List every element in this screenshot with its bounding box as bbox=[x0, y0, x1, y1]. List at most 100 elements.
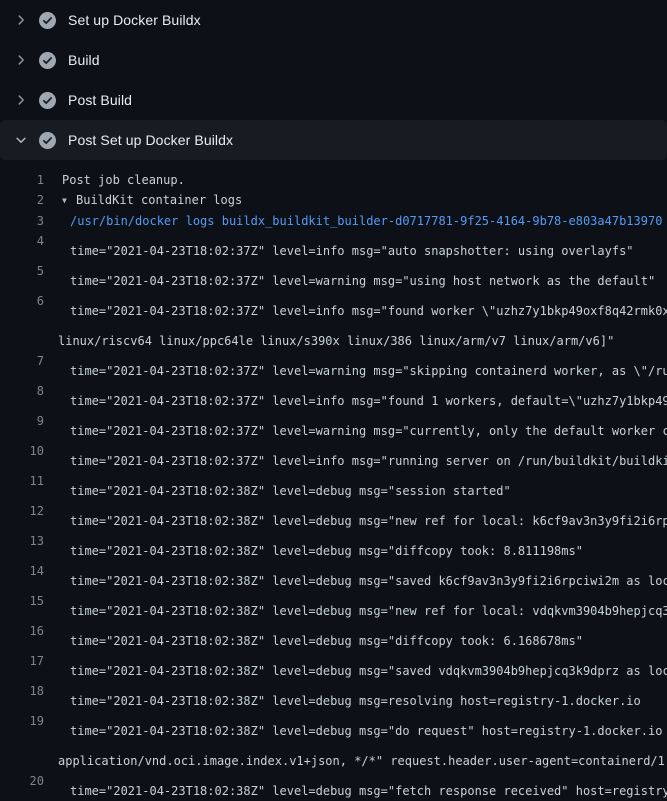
log-line-content: time="2021-04-23T18:02:38Z" level=debug … bbox=[44, 681, 667, 711]
steps-list: Set up Docker Buildx Build Post Buil bbox=[0, 0, 667, 160]
log-text: time="2021-04-23T18:02:37Z" level=info m… bbox=[44, 291, 667, 321]
log-line: 9 time="2021-04-23T18:02:37Z" level=warn… bbox=[0, 411, 667, 441]
step-row[interactable]: Set up Docker Buildx bbox=[0, 0, 667, 40]
log-line-number[interactable]: 4 bbox=[0, 231, 44, 261]
log-line: 5 time="2021-04-23T18:02:37Z" level=warn… bbox=[0, 261, 667, 291]
log-line: 3 /usr/bin/docker logs buildx_buildkit_b… bbox=[0, 211, 667, 231]
log-line-number[interactable]: 17 bbox=[0, 651, 44, 681]
log-line-number[interactable]: 10 bbox=[0, 441, 44, 471]
log-text: time="2021-04-23T18:02:38Z" level=debug … bbox=[44, 501, 667, 531]
log-text: time="2021-04-23T18:02:38Z" level=debug … bbox=[44, 471, 667, 501]
log-line-content: time="2021-04-23T18:02:37Z" level=warnin… bbox=[44, 351, 667, 381]
chevron-down-icon bbox=[14, 133, 28, 147]
log-line-number[interactable]: 8 bbox=[0, 381, 44, 411]
log-text[interactable]: ▼BuildKit container logs bbox=[44, 190, 667, 211]
log-text: time="2021-04-23T18:02:37Z" level=warnin… bbox=[44, 411, 667, 441]
log-line: 13 time="2021-04-23T18:02:38Z" level=deb… bbox=[0, 531, 667, 561]
log-text-continuation: application/vnd.oci.image.index.v1+json,… bbox=[44, 741, 667, 771]
step-label: Post Build bbox=[68, 92, 132, 108]
log-line-content: time="2021-04-23T18:02:37Z" level=warnin… bbox=[44, 411, 667, 441]
log-line-number[interactable]: 9 bbox=[0, 411, 44, 441]
log-text: time="2021-04-23T18:02:37Z" level=info m… bbox=[44, 441, 667, 471]
log-line-number[interactable]: 20 bbox=[0, 771, 44, 801]
log-text: /usr/bin/docker logs buildx_buildkit_bui… bbox=[44, 211, 667, 231]
log-text: time="2021-04-23T18:02:37Z" level=info m… bbox=[44, 231, 667, 261]
log-line-number[interactable]: 1 bbox=[0, 170, 44, 190]
log-text: time="2021-04-23T18:02:38Z" level=debug … bbox=[44, 621, 667, 651]
log-line-number[interactable]: 6 bbox=[0, 291, 44, 351]
log-line-content: time="2021-04-23T18:02:38Z" level=debug … bbox=[44, 561, 667, 591]
log-line-content: time="2021-04-23T18:02:38Z" level=debug … bbox=[44, 501, 667, 531]
log-line: 14 time="2021-04-23T18:02:38Z" level=deb… bbox=[0, 561, 667, 591]
log-text: time="2021-04-23T18:02:38Z" level=debug … bbox=[44, 771, 667, 801]
log-line: 7 time="2021-04-23T18:02:37Z" level=warn… bbox=[0, 351, 667, 381]
log-line: 10 time="2021-04-23T18:02:37Z" level=inf… bbox=[0, 441, 667, 471]
log-text: time="2021-04-23T18:02:38Z" level=debug … bbox=[44, 651, 667, 681]
log-text: time="2021-04-23T18:02:38Z" level=debug … bbox=[44, 531, 667, 561]
check-circle-icon bbox=[39, 12, 56, 29]
log-line-number[interactable]: 15 bbox=[0, 591, 44, 621]
log-line-number[interactable]: 14 bbox=[0, 561, 44, 591]
log-text: time="2021-04-23T18:02:38Z" level=debug … bbox=[44, 681, 667, 711]
step-row[interactable]: Post Set up Docker Buildx bbox=[0, 120, 667, 160]
log-line-content: time="2021-04-23T18:02:37Z" level=info m… bbox=[44, 441, 667, 471]
log-line: 20 time="2021-04-23T18:02:38Z" level=deb… bbox=[0, 771, 667, 801]
log-text: time="2021-04-23T18:02:37Z" level=warnin… bbox=[44, 351, 667, 381]
check-circle-icon bbox=[39, 52, 56, 69]
log-line-content: time="2021-04-23T18:02:37Z" level=info m… bbox=[44, 381, 667, 411]
log-area: 1 Post job cleanup. 2 ▼BuildKit containe… bbox=[0, 160, 667, 801]
step-row[interactable]: Build bbox=[0, 40, 667, 80]
log-line-content: time="2021-04-23T18:02:37Z" level=info m… bbox=[44, 291, 667, 351]
log-line-content: time="2021-04-23T18:02:38Z" level=debug … bbox=[44, 531, 667, 561]
log-line-number[interactable]: 12 bbox=[0, 501, 44, 531]
log-line-content: time="2021-04-23T18:02:38Z" level=debug … bbox=[44, 621, 667, 651]
log-line: 16 time="2021-04-23T18:02:38Z" level=deb… bbox=[0, 621, 667, 651]
log-text: time="2021-04-23T18:02:37Z" level=info m… bbox=[44, 381, 667, 411]
check-circle-icon bbox=[39, 132, 56, 149]
step-row[interactable]: Post Build bbox=[0, 80, 667, 120]
log-line-content: time="2021-04-23T18:02:38Z" level=debug … bbox=[44, 771, 667, 801]
log-line-number[interactable]: 5 bbox=[0, 261, 44, 291]
chevron-right-icon bbox=[14, 13, 28, 27]
log-line: 18 time="2021-04-23T18:02:38Z" level=deb… bbox=[0, 681, 667, 711]
step-label: Post Set up Docker Buildx bbox=[68, 132, 233, 148]
log-line: 15 time="2021-04-23T18:02:38Z" level=deb… bbox=[0, 591, 667, 621]
log-line: 1 Post job cleanup. bbox=[0, 170, 667, 190]
log-line-content: ▼BuildKit container logs bbox=[44, 190, 667, 211]
log-line-content: /usr/bin/docker logs buildx_buildkit_bui… bbox=[44, 211, 667, 231]
log-text: time="2021-04-23T18:02:38Z" level=debug … bbox=[44, 711, 667, 741]
step-label: Build bbox=[68, 52, 100, 68]
log-line-number[interactable]: 13 bbox=[0, 531, 44, 561]
log-line: 17 time="2021-04-23T18:02:38Z" level=deb… bbox=[0, 651, 667, 681]
log-line-content: Post job cleanup. bbox=[44, 170, 667, 190]
chevron-right-icon bbox=[14, 53, 28, 67]
log-line-content: time="2021-04-23T18:02:37Z" level=warnin… bbox=[44, 261, 667, 291]
log-line-number[interactable]: 16 bbox=[0, 621, 44, 651]
log-text: time="2021-04-23T18:02:38Z" level=debug … bbox=[44, 561, 667, 591]
log-text: Post job cleanup. bbox=[44, 170, 667, 190]
log-line: 6 time="2021-04-23T18:02:37Z" level=info… bbox=[0, 291, 667, 351]
log-line-number[interactable]: 7 bbox=[0, 351, 44, 381]
step-label: Set up Docker Buildx bbox=[68, 12, 201, 28]
log-line-content: time="2021-04-23T18:02:38Z" level=debug … bbox=[44, 711, 667, 771]
log-line-content: time="2021-04-23T18:02:37Z" level=info m… bbox=[44, 231, 667, 261]
log-line-content: time="2021-04-23T18:02:38Z" level=debug … bbox=[44, 591, 667, 621]
log-line-number[interactable]: 11 bbox=[0, 471, 44, 501]
triangle-down-icon[interactable]: ▼ bbox=[62, 191, 76, 211]
log-line-content: time="2021-04-23T18:02:38Z" level=debug … bbox=[44, 651, 667, 681]
log-line: 2 ▼BuildKit container logs bbox=[0, 190, 667, 211]
log-text: time="2021-04-23T18:02:38Z" level=debug … bbox=[44, 591, 667, 621]
log-line: 12 time="2021-04-23T18:02:38Z" level=deb… bbox=[0, 501, 667, 531]
check-circle-icon bbox=[39, 92, 56, 109]
group-title[interactable]: BuildKit container logs bbox=[76, 193, 242, 207]
log-text-continuation: linux/riscv64 linux/ppc64le linux/s390x … bbox=[44, 321, 667, 351]
log-line-number[interactable]: 2 bbox=[0, 190, 44, 211]
log-line: 8 time="2021-04-23T18:02:37Z" level=info… bbox=[0, 381, 667, 411]
log-text: time="2021-04-23T18:02:37Z" level=warnin… bbox=[44, 261, 667, 291]
chevron-right-icon bbox=[14, 93, 28, 107]
log-line: 11 time="2021-04-23T18:02:38Z" level=deb… bbox=[0, 471, 667, 501]
log-line-number[interactable]: 19 bbox=[0, 711, 44, 771]
log-line-number[interactable]: 18 bbox=[0, 681, 44, 711]
log-line-number[interactable]: 3 bbox=[0, 211, 44, 231]
log-line-content: time="2021-04-23T18:02:38Z" level=debug … bbox=[44, 471, 667, 501]
